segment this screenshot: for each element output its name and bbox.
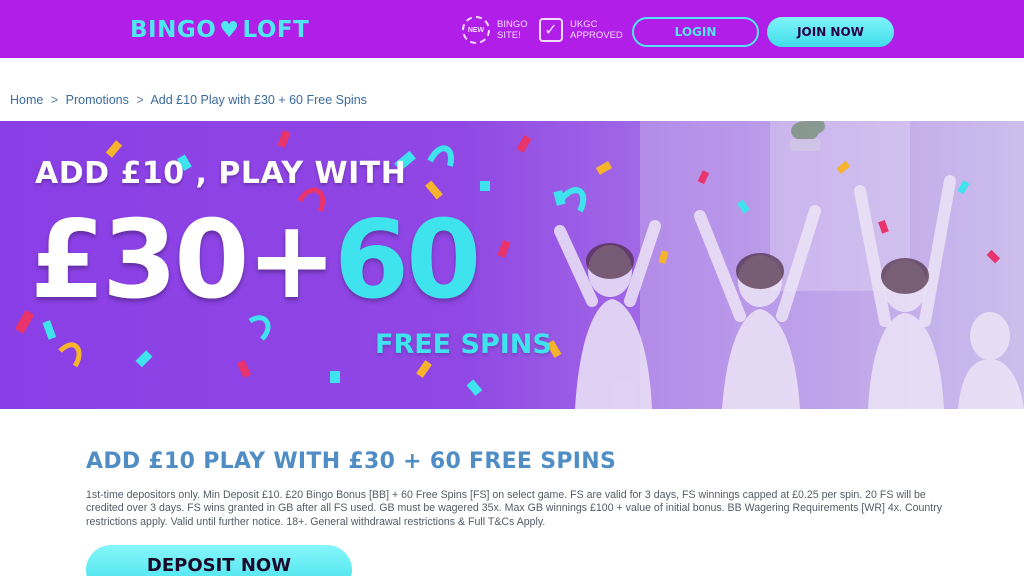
offer-terms: 1st-time depositors only. Min Deposit £1… [86,489,943,528]
new-badge-icon: NEW [462,16,490,44]
checkmark-icon: ✓ [539,18,563,42]
breadcrumb-current: Add £10 Play with £30 + 60 Free Spins [150,93,367,107]
hero-spins-number: 60 [333,198,481,323]
badge-ukgc-line1: UKGC [570,19,598,30]
login-button[interactable]: LOGIN [632,17,759,47]
badge-new-line1: BINGO [497,19,528,30]
site-header: BINGO ♥ LOFT NEW BINGO SITE! ✓ UKGC APPR… [0,0,1024,58]
join-now-button[interactable]: JOIN NOW [767,17,894,47]
new-bingo-site-badge: NEW BINGO SITE! [462,14,528,46]
hero-spins-label: FREE SPINS [375,329,552,360]
breadcrumb-promotions[interactable]: Promotions [66,93,129,107]
breadcrumb-separator: > [50,93,59,107]
offer-title: ADD £10 PLAY WITH £30 + 60 FREE SPINS [86,449,617,474]
heart-icon: ♥ [219,17,240,43]
badge-ukgc-line2: APPROVED [570,30,623,41]
hero-amount: £30+ [30,198,337,323]
breadcrumb-separator: > [136,93,144,107]
hero-headline: ADD £10 , PLAY WITH [35,156,407,191]
badge-new-line2: SITE! [497,30,521,41]
deposit-now-button[interactable]: DEPOSIT NOW [86,545,352,576]
logo-text-bingo: BINGO [130,17,217,43]
logo-text-loft: LOFT [242,17,310,43]
breadcrumb: Home > Promotions > Add £10 Play with £3… [10,93,367,107]
breadcrumb-home[interactable]: Home [10,93,43,107]
site-logo[interactable]: BINGO ♥ LOFT [130,15,309,45]
hero-offer: £30+ 60 [30,198,481,323]
ukgc-approved-badge: ✓ UKGC APPROVED [539,14,623,46]
hero-banner: ADD £10 , PLAY WITH £30+ 60 FREE SPINS [0,121,1024,409]
